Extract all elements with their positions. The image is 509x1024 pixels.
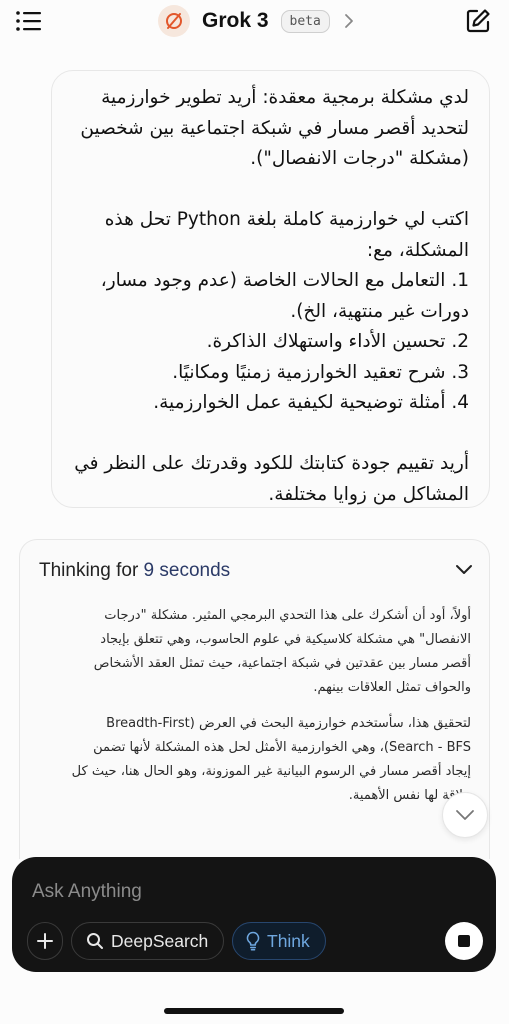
app-name: Grok 3 [202,9,269,32]
thinking-label: Thinking for [39,560,144,581]
message-line: 2. تحسين الأداء واستهلاك الذاكرة. [206,331,469,352]
message-line: لدي مشكلة برمجية معقدة: أريد تطوير خوارز… [101,87,469,108]
chevron-right-icon [344,14,353,28]
menu-icon [16,11,41,31]
message-line: (مشكلة "درجات الانفصال"). [250,148,469,169]
thinking-line: Search - BFS)، وهي الخوارزمية الأمثل لحل… [93,740,471,755]
model-selector[interactable]: Grok 3 beta [158,4,354,38]
header: Grok 3 beta [0,0,509,44]
thinking-line: أقصر مسار بين عقدتين في شبكة اجتماعية، ح… [93,656,471,671]
grok-logo [158,5,190,37]
think-button[interactable]: Think [232,922,326,960]
stop-button[interactable] [445,922,483,960]
thinking-content: أولاً، أود أن أشكرك على هذا التحدي البرم… [38,604,471,808]
scroll-down-button[interactable] [442,792,488,838]
grok-logo-icon [166,13,182,29]
search-icon [87,933,103,949]
user-message-bubble: لدي مشكلة برمجية معقدة: أريد تطوير خوارز… [51,70,490,508]
message-line: المشكلة، مع: [366,239,469,261]
thinking-line: والحواف تمثل العلاقات بينهم. [313,680,471,695]
thinking-line: لتحقيق هذا، سأستخدم خوارزمية البحث في ال… [106,716,471,731]
lightbulb-icon [246,931,260,951]
message-line-spacer [70,419,469,450]
message-line: المشاكل من زوايا مختلفة. [268,483,469,505]
thinking-line: إيجاد أقصر مسار في الرسوم البيانية غير ا… [71,764,471,779]
chevron-down-icon [456,810,474,820]
menu-button[interactable] [16,10,42,32]
beta-badge: beta [280,9,330,33]
new-chat-button[interactable] [465,8,491,34]
chevron-down-icon[interactable] [455,564,473,576]
ask-input[interactable]: Ask Anything [32,881,142,903]
plus-icon [37,933,53,949]
message-line: 4. أمثلة توضيحية لكيفية عمل الخوارزمية. [153,392,469,413]
message-line: دورات غير منتهية، الخ). [290,300,469,322]
deepsearch-label: DeepSearch [111,930,209,951]
user-message-text: لدي مشكلة برمجية معقدة: أريد تطوير خوارز… [70,83,469,510]
deepsearch-button[interactable]: DeepSearch [71,922,224,960]
message-line: 3. شرح تعقيد الخوارزمية زمنيًا ومكانيًا. [172,361,469,383]
thinking-header[interactable]: Thinking for 9 seconds [39,560,230,582]
message-line: أريد تقييم جودة كتابتك للكود وقدرتك على … [74,453,469,474]
think-label: Think [267,930,310,951]
message-line: اكتب لي خوارزمية كاملة بلغة Python تحل ه… [104,209,469,230]
message-line: لتحديد أقصر مسار في شبكة اجتماعية بين شخ… [80,117,469,139]
new-chat-icon [466,9,490,33]
composer: Ask Anything DeepSearch Think [12,857,496,972]
thinking-line: أولاً، أود أن أشكرك على هذا التحدي البرم… [104,608,471,623]
home-indicator [164,1008,344,1014]
thinking-line: علاقة لها نفس الأهمية. [348,788,471,803]
stop-icon [458,935,470,947]
thinking-panel: Thinking for 9 seconds أولاً، أود أن أشك… [19,539,490,859]
thinking-duration: 9 seconds [143,560,231,581]
app-screen: Grok 3 beta لدي مشكلة برمجية معقدة: أريد… [0,0,509,1024]
message-line: 1. التعامل مع الحالات الخاصة (عدم وجود م… [100,270,469,291]
attach-button[interactable] [27,922,63,960]
thinking-line: الانفصال" هي مشكلة كلاسيكية في علوم الحا… [100,632,471,647]
message-line-spacer [70,175,469,206]
